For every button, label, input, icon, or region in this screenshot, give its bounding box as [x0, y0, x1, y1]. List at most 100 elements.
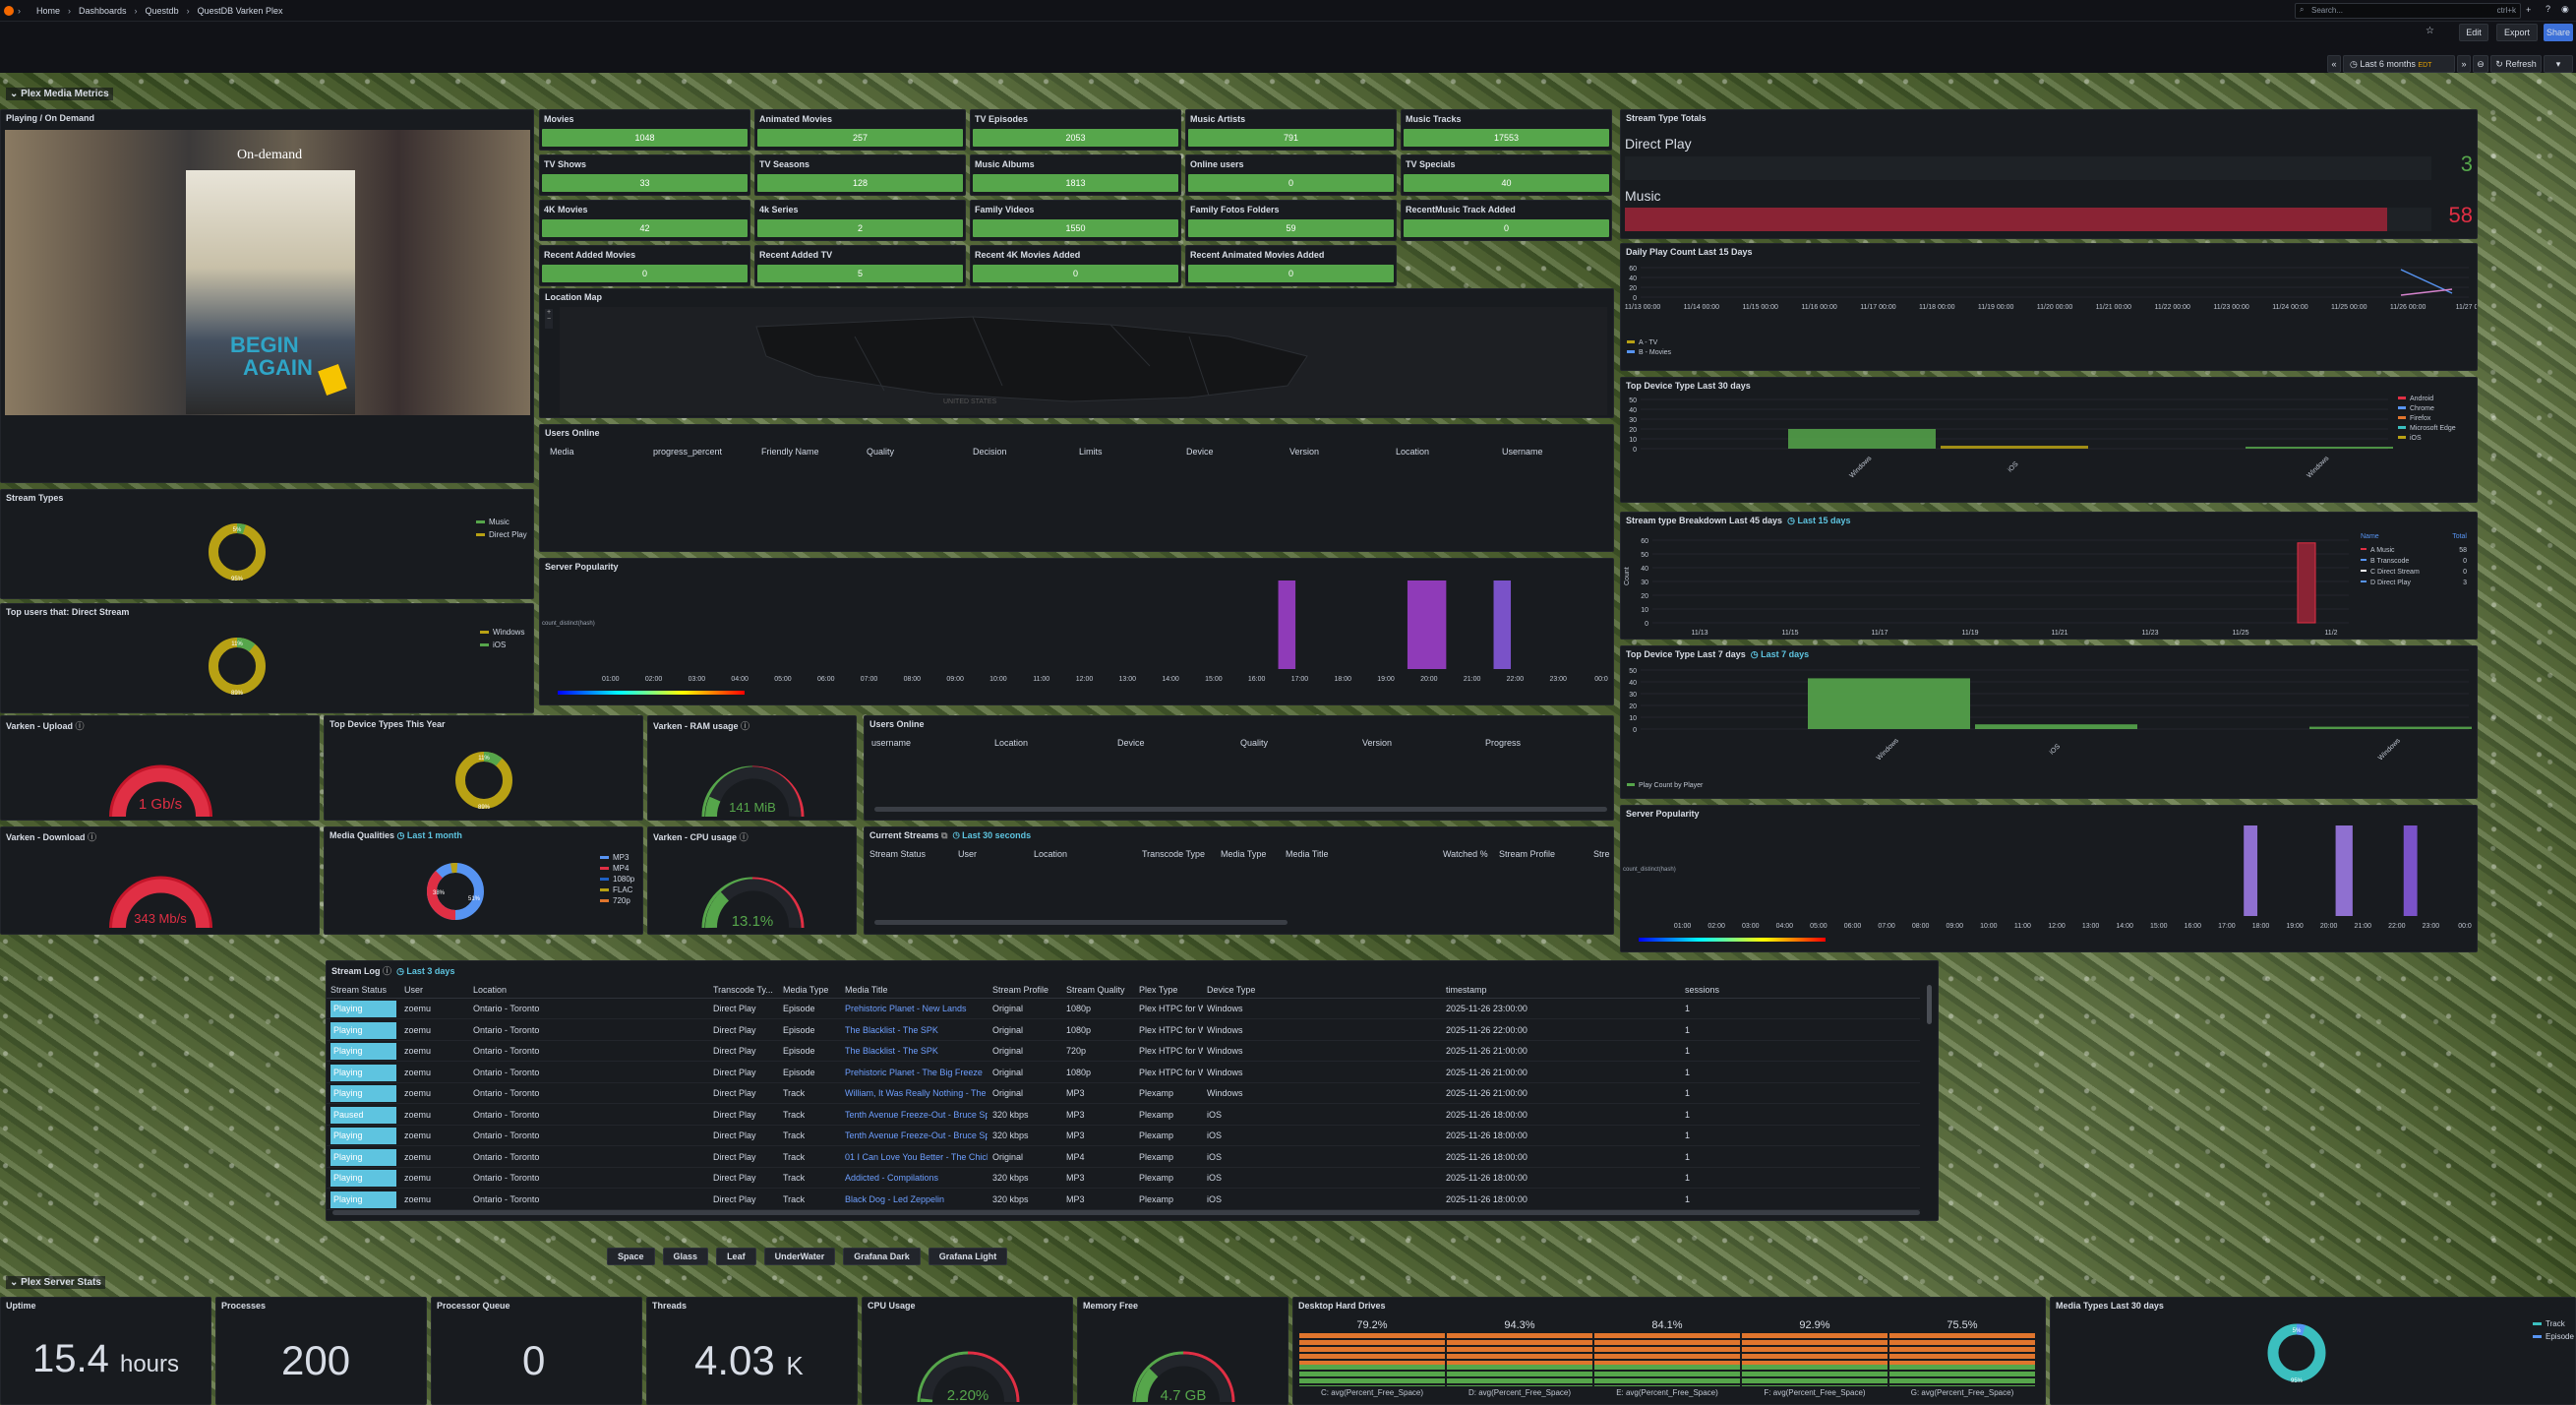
column-header[interactable]: Location — [1034, 849, 1067, 859]
media-title-link[interactable]: Prehistoric Planet - New Lands — [845, 1004, 988, 1013]
cpu-usage-gauge[interactable]: 2.20% — [907, 1317, 1030, 1405]
drive-bar[interactable] — [1594, 1333, 1740, 1386]
media-title-link[interactable]: Addicted - Compilations — [845, 1173, 988, 1183]
top-users-donut[interactable]: 11% 89% — [203, 632, 271, 701]
share-button[interactable]: Share — [2544, 24, 2573, 41]
server-popularity-heatmap[interactable]: count_distinct(hash) 01:00 02:00 03:00 04:00… — [540, 575, 1614, 705]
column-header[interactable]: Limits — [1079, 447, 1103, 457]
menu-chevron-icon[interactable]: › — [18, 6, 21, 16]
news-icon[interactable]: ◉ — [2561, 4, 2569, 15]
refresh-interval-dropdown[interactable]: ▾ — [2544, 55, 2573, 73]
bar-gauge-fill[interactable] — [1625, 208, 2387, 231]
drive-bar[interactable] — [1447, 1333, 1592, 1386]
stat-panel[interactable]: Online users 0 — [1185, 154, 1397, 196]
theme-button[interactable]: Leaf — [716, 1248, 756, 1265]
media-title-link[interactable]: Black Dog - Led Zeppelin — [845, 1194, 988, 1204]
legend-item[interactable]: 1080p — [600, 875, 634, 884]
column-header[interactable]: User — [958, 849, 977, 859]
media-title-link[interactable]: Prehistoric Planet - The Big Freeze — [845, 1068, 988, 1077]
section-header-plex-server[interactable]: ⌄ Plex Server Stats — [6, 1276, 105, 1289]
legend-item[interactable]: MP4 — [600, 864, 634, 873]
column-header[interactable]: Stream Status — [869, 849, 926, 859]
stat-panel[interactable]: RecentMusic Track Added 0 — [1401, 200, 1612, 241]
legend-item[interactable]: iOS — [480, 641, 524, 649]
media-title-link[interactable]: William, It Was Really Nothing - The — [845, 1088, 988, 1098]
column-header[interactable]: Device — [1117, 738, 1145, 748]
column-header[interactable]: Quality — [1240, 738, 1268, 748]
column-header[interactable]: Version — [1362, 738, 1392, 748]
stat-panel[interactable]: Family Fotos Folders 59 — [1185, 200, 1397, 241]
legend-item[interactable]: FLAC — [600, 886, 634, 894]
world-map[interactable]: UNITED STATES — [560, 307, 1607, 415]
stat-panel[interactable]: Music Tracks 17553 — [1401, 109, 1612, 151]
media-types-donut[interactable]: 5% 95% — [2261, 1317, 2332, 1388]
vertical-scrollbar[interactable] — [1927, 985, 1932, 1024]
column-header[interactable]: Username — [1502, 447, 1543, 457]
zoom-out-button[interactable]: ⊖ — [2473, 55, 2488, 73]
stat-panel[interactable]: TV Episodes 2053 — [970, 109, 1181, 151]
media-title-link[interactable]: Tenth Avenue Freeze-Out - Bruce Sp — [845, 1110, 988, 1120]
stat-panel[interactable]: Recent Animated Movies Added 0 — [1185, 245, 1397, 286]
stat-panel[interactable]: 4k Series 2 — [754, 200, 966, 241]
breadcrumb-folder[interactable]: Questdb — [146, 6, 179, 16]
column-header[interactable]: Decision — [973, 447, 1007, 457]
download-gauge[interactable]: 343 Mb/s — [99, 849, 222, 933]
column-header[interactable]: Location — [994, 738, 1028, 748]
column-header[interactable]: Media Title — [845, 985, 888, 995]
add-icon[interactable]: + — [2526, 5, 2531, 15]
column-header[interactable]: Media Type — [783, 985, 828, 995]
top-device-7-chart[interactable]: 50 40 30 20 10 0 Windows iOS Windows Play Count b… — [1621, 660, 2478, 799]
cpu-gauge[interactable]: 13.1% — [691, 849, 814, 933]
stat-panel[interactable]: TV Seasons 128 — [754, 154, 966, 196]
horizontal-scrollbar[interactable] — [874, 807, 1607, 812]
stat-panel[interactable]: Animated Movies 257 — [754, 109, 966, 151]
column-header[interactable]: Transcode Type — [1142, 849, 1205, 859]
grafana-logo-icon[interactable] — [4, 5, 14, 16]
time-forward-button[interactable]: » — [2457, 55, 2471, 73]
legend-item[interactable]: Windows — [480, 628, 524, 637]
column-header[interactable]: progress_percent — [653, 447, 722, 457]
drive-bar[interactable] — [1889, 1333, 2035, 1386]
theme-button[interactable]: Space — [607, 1248, 655, 1265]
table-row[interactable]: Playing zoemu Ontario - Toronto Direct Play… — [327, 999, 1920, 1019]
stat-panel[interactable]: Recent Added TV 5 — [754, 245, 966, 286]
breadcrumb-home[interactable]: Home — [36, 6, 60, 16]
refresh-button[interactable]: ↻ Refresh — [2490, 55, 2542, 73]
edit-button[interactable]: Edit — [2459, 24, 2488, 41]
column-header[interactable]: Version — [1289, 447, 1319, 457]
info-icon[interactable]: ⓘ — [76, 721, 85, 731]
column-header[interactable]: Quality — [867, 447, 894, 457]
legend-item[interactable]: MP3 — [600, 853, 634, 862]
legend-item[interactable]: Track — [2533, 1319, 2574, 1328]
theme-button[interactable]: Grafana Light — [928, 1248, 1008, 1265]
table-row[interactable]: Playing zoemu Ontario - Toronto Direct Play… — [327, 1041, 1920, 1062]
horizontal-scrollbar[interactable] — [874, 920, 1288, 925]
horizontal-scrollbar[interactable] — [332, 1210, 1920, 1215]
column-header[interactable]: Media — [550, 447, 574, 457]
column-header[interactable]: timestamp — [1446, 985, 1487, 995]
stat-panel[interactable]: TV Specials 40 — [1401, 154, 1612, 196]
movie-poster[interactable]: BEGIN AGAIN — [186, 170, 355, 414]
memory-free-gauge[interactable]: 4.7 GB — [1122, 1317, 1245, 1405]
legend-item[interactable]: Episode — [2533, 1332, 2574, 1341]
top-device-30-chart[interactable]: 50 40 30 20 10 0 Windows iOS Windows Android Chrom… — [1621, 392, 2478, 503]
table-row[interactable]: Playing zoemu Ontario - Toronto Direct Play… — [327, 1083, 1920, 1104]
column-header[interactable]: Stream Profile — [1499, 849, 1555, 859]
server-popularity-2-heatmap[interactable]: count_distinct(hash) 01:00 02:00 03:00 04:00… — [1621, 820, 2478, 952]
stat-panel[interactable]: Recent 4K Movies Added 0 — [970, 245, 1181, 286]
stat-panel[interactable]: Music Albums 1813 — [970, 154, 1181, 196]
theme-button[interactable]: UnderWater — [763, 1248, 836, 1265]
column-header[interactable]: Progress — [1485, 738, 1521, 748]
breadcrumb-dashboards[interactable]: Dashboards — [79, 6, 127, 16]
search-input[interactable]: ⌕ Search... ctrl+k — [2295, 3, 2521, 19]
media-title-link[interactable]: Tenth Avenue Freeze-Out - Bruce Sp — [845, 1130, 988, 1140]
stream-breakdown-chart[interactable]: 6050403020100Count11/13 11/15 11/17 11/19 11… — [1621, 526, 2478, 640]
info-icon[interactable]: ⓘ — [740, 832, 749, 842]
ram-gauge[interactable]: 141 MiB — [691, 738, 814, 821]
column-header[interactable]: Media Type — [1221, 849, 1266, 859]
drive-bar[interactable] — [1742, 1333, 1887, 1386]
column-header[interactable]: Stream Quality — [1066, 985, 1125, 995]
section-header-plex-media[interactable]: ⌄ Plex Media Metrics — [6, 88, 113, 100]
upload-gauge[interactable]: 1 Gb/s — [99, 738, 222, 821]
column-header[interactable]: User — [404, 985, 423, 995]
